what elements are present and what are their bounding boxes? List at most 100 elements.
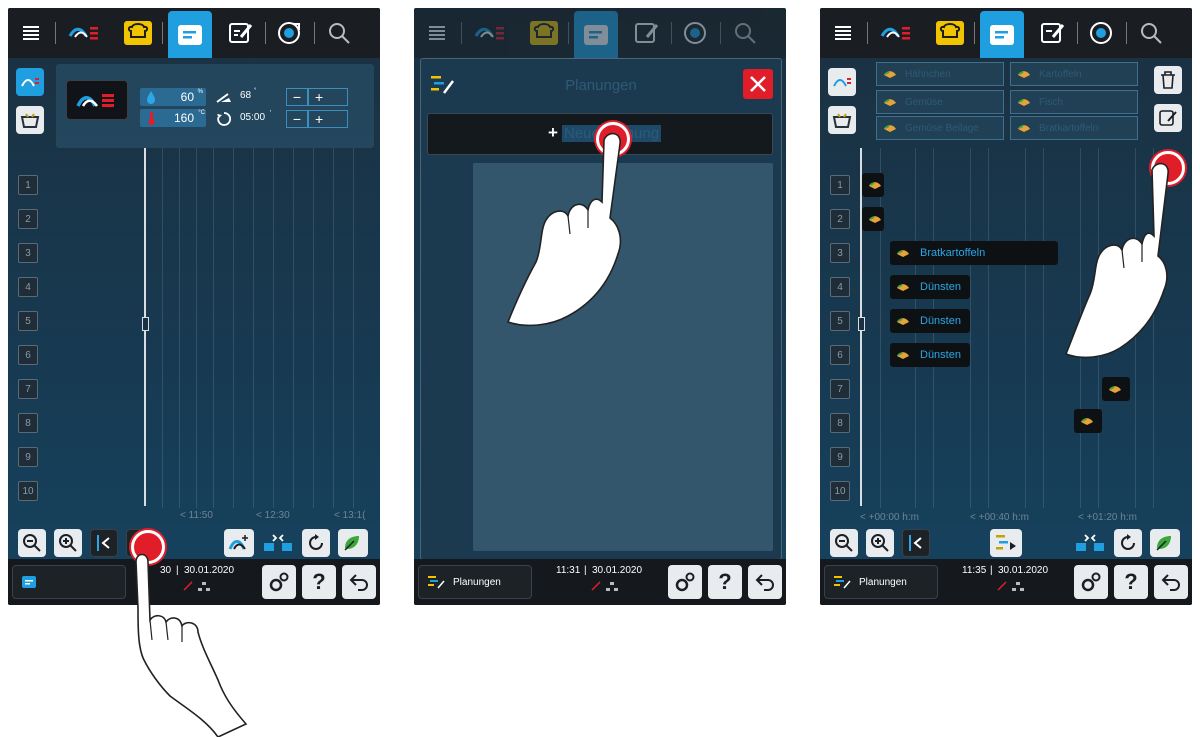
start-plan-button[interactable] <box>990 529 1022 557</box>
cooking-mode-icon <box>21 78 39 87</box>
split-button[interactable] <box>1074 529 1106 557</box>
side-basket-button[interactable] <box>16 106 44 134</box>
back-icon <box>349 574 368 591</box>
side-cooking-mode-button[interactable] <box>16 68 44 96</box>
gears-icon <box>269 572 289 592</box>
help-button[interactable]: ? <box>302 565 336 599</box>
core-temp-plus[interactable]: + <box>308 88 348 106</box>
leaf-icon <box>1156 536 1171 551</box>
help-button[interactable]: ? <box>708 565 742 599</box>
leaf-icon <box>344 536 359 551</box>
program-block[interactable]: Dünsten <box>890 275 970 299</box>
program-block[interactable] <box>1102 377 1130 401</box>
settings-button[interactable] <box>1074 565 1108 599</box>
jump-to-now-button[interactable] <box>902 529 930 557</box>
program-block[interactable] <box>862 207 884 231</box>
side-basket-button[interactable] <box>828 106 856 134</box>
sync-button[interactable] <box>1114 529 1142 557</box>
core-temp-minus[interactable]: − <box>286 88 308 106</box>
close-button[interactable] <box>743 69 773 99</box>
temperature-value: 160 <box>173 111 194 125</box>
eco-button[interactable] <box>1150 529 1180 557</box>
program-block[interactable] <box>1074 409 1102 433</box>
time-plus[interactable]: + <box>308 110 348 128</box>
tab-search[interactable] <box>322 14 356 52</box>
back-button[interactable] <box>342 565 376 599</box>
food-icon <box>884 71 896 78</box>
zoom-in-button[interactable] <box>866 529 894 557</box>
tab-cookbook[interactable] <box>120 14 156 52</box>
basket-icon <box>832 113 852 128</box>
now-line-handle[interactable] <box>142 317 149 331</box>
eco-button[interactable] <box>338 529 368 557</box>
menu-tab[interactable] <box>16 14 46 52</box>
zoom-out-button[interactable] <box>18 529 46 557</box>
row-number: 10 <box>18 481 38 501</box>
help-button[interactable]: ? <box>1114 565 1148 599</box>
top-navigation <box>8 8 380 58</box>
temperature-field[interactable]: 160 °C <box>140 109 206 127</box>
zoom-out-button[interactable] <box>830 529 858 557</box>
row-number: 3 <box>830 243 850 263</box>
now-line-handle[interactable] <box>858 317 865 331</box>
plans-small-icon <box>834 576 851 589</box>
timer-icon <box>217 112 232 126</box>
menu-tab[interactable] <box>828 14 858 52</box>
row-number: 8 <box>830 413 850 433</box>
tab-editor[interactable] <box>224 14 258 52</box>
core-temp-value: 68 <box>240 90 252 101</box>
hand-pointer-icon <box>506 132 622 327</box>
settings-button[interactable] <box>668 565 702 599</box>
program-chip[interactable]: Fisch <box>1010 90 1138 114</box>
side-cooking-mode-button[interactable] <box>828 68 856 96</box>
split-button[interactable] <box>262 529 294 557</box>
tab-connect[interactable] <box>1084 14 1118 52</box>
back-button[interactable] <box>1154 565 1188 599</box>
program-block[interactable]: Dünsten <box>890 343 970 367</box>
program-chip[interactable]: Bratkartoffeln <box>1010 116 1138 140</box>
time-row: 05:00 ' − + <box>214 110 348 128</box>
food-icon <box>1081 418 1093 425</box>
tab-cookbook[interactable] <box>932 14 968 52</box>
row-number: 9 <box>830 447 850 467</box>
program-chip[interactable]: Kartoffeln <box>1010 62 1138 86</box>
close-icon <box>750 76 766 92</box>
program-block[interactable] <box>862 173 884 197</box>
tab-planner[interactable] <box>168 11 212 58</box>
program-chip[interactable]: Hähnchen <box>876 62 1004 86</box>
row-number: 8 <box>18 413 38 433</box>
zoom-in-button[interactable] <box>54 529 82 557</box>
jump-to-now-button[interactable] <box>90 529 118 557</box>
planner-mode-button[interactable] <box>12 565 126 599</box>
plans-small-icon <box>428 576 445 589</box>
zoom-in-icon <box>59 534 77 552</box>
delete-button[interactable] <box>1154 66 1182 94</box>
food-icon <box>884 125 896 132</box>
split-icon <box>1076 534 1104 551</box>
plans-mode-button[interactable]: Planungen <box>824 565 938 599</box>
program-chip[interactable]: Gemüse <box>876 90 1004 114</box>
food-icon <box>1018 125 1030 132</box>
back-button[interactable] <box>748 565 782 599</box>
tab-search[interactable] <box>1134 14 1168 52</box>
tab-editor[interactable] <box>1036 14 1070 52</box>
row-number: 2 <box>18 209 38 229</box>
program-block[interactable]: Bratkartoffeln <box>890 241 1058 265</box>
gears-icon <box>1081 572 1101 592</box>
tab-cooking-modes[interactable] <box>64 14 104 52</box>
row-number: 5 <box>830 311 850 331</box>
tab-planner[interactable] <box>980 11 1024 58</box>
humidity-field[interactable]: 60 % <box>140 88 206 106</box>
screen-1: 60 % 160 °C 68 ° − + 05:00 ' − + 1 2 3 4… <box>8 8 380 605</box>
program-block[interactable]: Dünsten <box>890 309 970 333</box>
plans-mode-button[interactable]: Planungen <box>418 565 532 599</box>
tab-cooking-modes[interactable] <box>876 14 916 52</box>
tab-connect[interactable] <box>272 14 306 52</box>
row-number: 7 <box>830 379 850 399</box>
settings-button[interactable] <box>262 565 296 599</box>
jump-now-icon <box>909 535 922 551</box>
program-chip[interactable]: Gemüse Beilage <box>876 116 1004 140</box>
edit-button[interactable] <box>1154 104 1182 132</box>
sync-button[interactable] <box>302 529 330 557</box>
time-minus[interactable]: − <box>286 110 308 128</box>
